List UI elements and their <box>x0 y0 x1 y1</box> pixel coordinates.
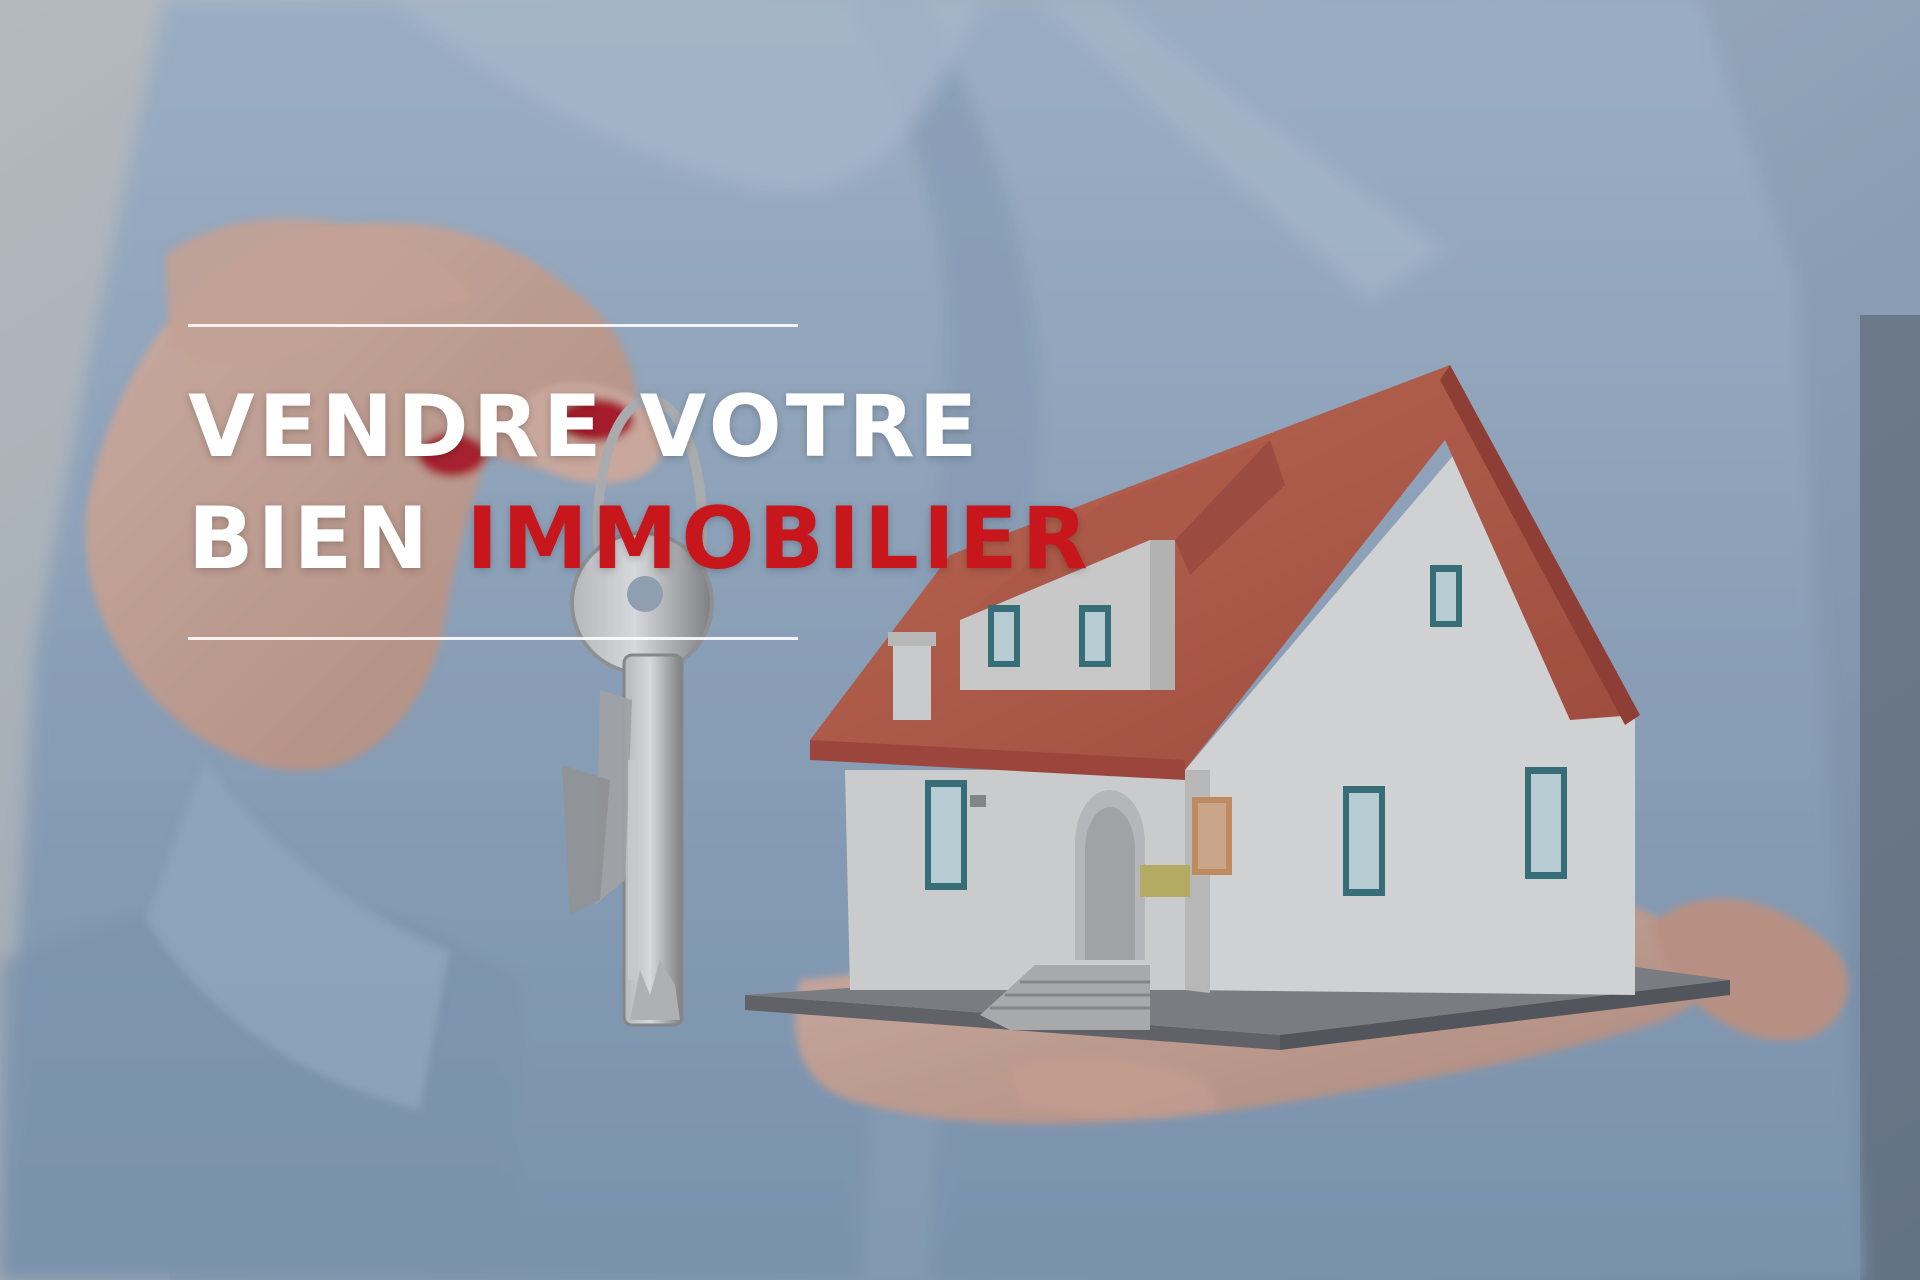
title-line-2-prefix: BIEN <box>188 489 433 589</box>
bottom-divider <box>188 637 798 640</box>
hero-banner: VENDRE VOTRE BIEN IMMOBILIER <box>0 0 1920 1280</box>
dark-overlay <box>0 0 1920 1280</box>
title-highlight: IMMOBILIER <box>466 489 1092 589</box>
hero-title: VENDRE VOTRE BIEN IMMOBILIER <box>188 324 1088 640</box>
title-line-1: VENDRE VOTRE <box>188 377 982 477</box>
title-line-2: BIEN IMMOBILIER <box>188 483 1088 595</box>
top-divider <box>188 324 798 327</box>
